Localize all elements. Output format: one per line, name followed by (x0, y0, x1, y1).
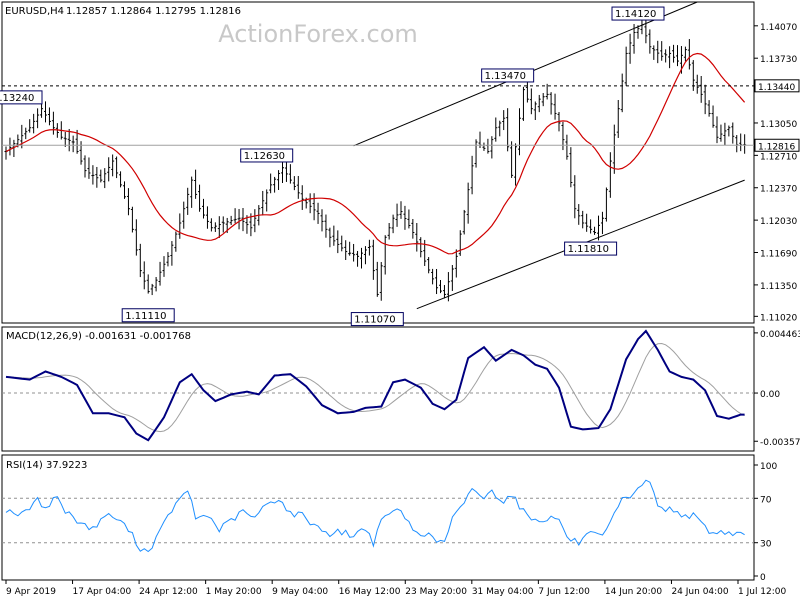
chart-symbol: EURUSD,H4 (5, 6, 64, 17)
x-tick-label: 24 Jun 04:00 (671, 587, 728, 597)
price-ytick-label: 1.12030 (760, 217, 797, 227)
x-tick-label: 9 May 04:00 (272, 587, 328, 597)
rsi-ytick-label: 0 (760, 573, 766, 583)
price-ytick-label: 1.13050 (760, 120, 797, 130)
swing-label: 1.11110 (125, 311, 166, 322)
price-ytick-label: 1.12370 (760, 185, 797, 195)
chart-root: ActionForex.com 1.14070 1.13730 1.13050 1.1… (0, 0, 800, 600)
x-tick-label: 16 May 12:00 (339, 587, 401, 597)
swing-label: 1.14120 (615, 9, 656, 20)
x-tick-label: 1 Jul 12:00 (738, 587, 787, 597)
price-ytick-label: 1.14070 (760, 23, 797, 33)
swing-label: 1.12630 (244, 151, 285, 162)
x-tick-label: 31 May 04:00 (472, 587, 534, 597)
x-tick-label: 7 Jun 12:00 (538, 587, 590, 597)
watermark: ActionForex.com (218, 20, 418, 48)
swing-label: 1.11070 (354, 315, 395, 326)
x-tick-label: 24 Apr 12:00 (139, 587, 198, 597)
swing-label: 1.13240 (0, 93, 34, 104)
x-tick-label: 14 Jun 20:00 (605, 587, 662, 597)
x-tick-label: 9 Apr 2019 (6, 587, 56, 597)
rsi-ytick-label: 30 (760, 540, 772, 550)
price-hline-label: 1.13440 (758, 83, 795, 93)
macd-ytick-label: 0.004463 (760, 330, 800, 340)
price-ytick-label: 1.11020 (760, 313, 797, 323)
price-ytick-label: 1.11690 (760, 250, 797, 260)
macd-ytick-label: 0.00 (760, 390, 780, 400)
chart-ohlc: 1.12857 1.12864 1.12795 1.12816 (66, 6, 241, 17)
swing-label: 1.13470 (485, 71, 526, 82)
price-ytick-label: 1.13730 (760, 55, 797, 65)
price-ytick-label: 1.12710 (760, 152, 797, 162)
swing-label: 1.11810 (568, 244, 609, 255)
price-hline-label: 1.12816 (758, 142, 795, 152)
rsi-title: RSI(14) 37.9223 (6, 460, 87, 471)
macd-title: MACD(12,26,9) -0.001631 -0.001768 (6, 331, 191, 342)
rsi-ytick-label: 70 (760, 495, 772, 505)
x-tick-label: 17 Apr 04:00 (73, 587, 132, 597)
rsi-ytick-label: 100 (760, 462, 777, 472)
x-tick-label: 1 May 20:00 (206, 587, 262, 597)
price-ytick-label: 1.11350 (760, 282, 797, 292)
eurusd-chart: ActionForex.com 1.14070 1.13730 1.13050 1.1… (0, 0, 800, 600)
x-tick-label: 23 May 20:00 (405, 587, 467, 597)
macd-ytick-label: -0.003576 (760, 438, 800, 448)
